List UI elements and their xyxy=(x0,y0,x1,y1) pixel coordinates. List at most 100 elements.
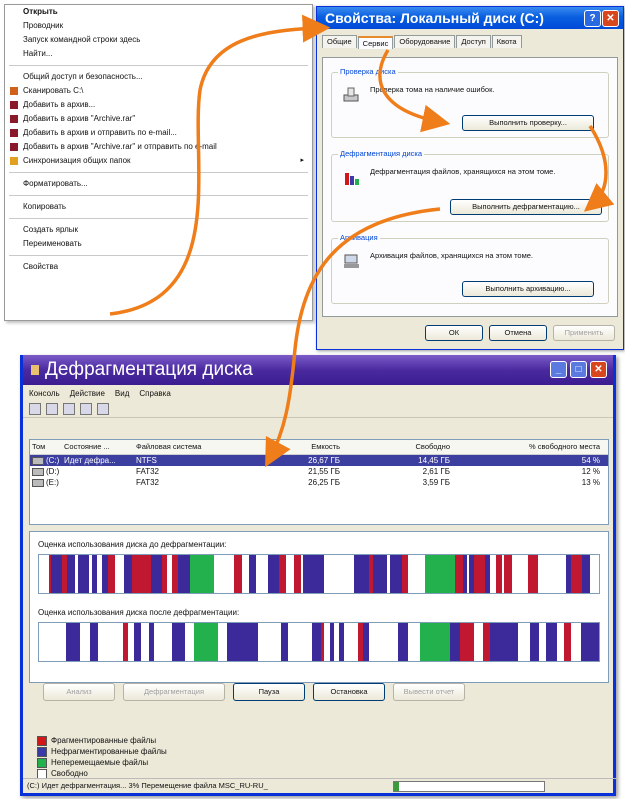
menu-separator xyxy=(9,195,308,196)
context-menu-item[interactable]: Добавить в архив "Archive.rar" xyxy=(5,112,312,126)
column-header[interactable]: % свободного места xyxy=(450,440,604,454)
map-stripe xyxy=(539,623,542,661)
table-row[interactable]: (E:) FAT32 26,25 ГБ 3,59 ГБ 13 % xyxy=(30,477,608,488)
context-menu-item[interactable]: Синхронизация общих папок ▸ xyxy=(5,154,312,168)
map-stripe xyxy=(313,555,324,593)
legend-label: Свободно xyxy=(51,769,88,778)
menu-item-1[interactable]: Действие xyxy=(70,389,105,398)
cell-free: 2,61 ГБ xyxy=(422,467,450,476)
context-menu-item[interactable]: Запуск командной строки здесь xyxy=(5,33,312,47)
menu-item-3[interactable]: Справка xyxy=(139,389,170,398)
map-stripe xyxy=(408,623,417,661)
context-menu-item[interactable]: Открыть xyxy=(5,5,312,19)
map-stripe xyxy=(112,623,123,661)
tab-4[interactable]: Квота xyxy=(491,35,522,48)
table-row[interactable]: (C:) Идет дефра... NTFS 26,67 ГБ 14,45 ГБ 54 … xyxy=(30,455,608,466)
archive-icon xyxy=(10,115,18,123)
context-menu-item[interactable]: Общий доступ и безопасность... xyxy=(5,70,312,84)
map-stripe xyxy=(490,555,496,593)
legend-label: Нефрагментированные файлы xyxy=(51,747,167,756)
menu-item-2[interactable]: Вид xyxy=(115,389,129,398)
column-header[interactable]: Состояние ... xyxy=(64,440,136,454)
map-stripe xyxy=(590,555,599,593)
map-stripe xyxy=(474,555,485,593)
properties-tabs: Общие Сервис Оборудование Доступ Квота xyxy=(317,29,623,49)
defrag-button-4[interactable]: Вывести отчет xyxy=(393,683,465,701)
back-icon[interactable] xyxy=(29,403,41,415)
map-stripe xyxy=(496,555,502,593)
map-stripe xyxy=(406,623,408,661)
map-stripe xyxy=(97,555,99,593)
context-menu-item[interactable]: Проводник xyxy=(5,19,312,33)
help-icon[interactable]: ? xyxy=(584,10,601,27)
ok-button[interactable]: ОК xyxy=(425,325,483,341)
column-header[interactable]: Свободно xyxy=(340,440,450,454)
menu-separator xyxy=(9,65,308,66)
context-menu-item[interactable]: Добавить в архив и отправить по e-mail..… xyxy=(5,126,312,140)
column-header[interactable]: Емкость xyxy=(226,440,340,454)
menu-separator xyxy=(9,218,308,219)
help-icon[interactable] xyxy=(80,403,92,415)
context-menu-item[interactable]: Сканировать C:\ xyxy=(5,84,312,98)
tab-0[interactable]: Общие xyxy=(322,35,357,48)
archive-icon xyxy=(10,101,18,109)
map-stripe xyxy=(178,555,182,593)
column-header[interactable]: Том xyxy=(30,440,64,454)
minimize-icon[interactable]: _ xyxy=(550,361,567,378)
map-stripe xyxy=(363,623,369,661)
check-disk-icon xyxy=(343,87,359,102)
apply-button[interactable]: Применить xyxy=(553,325,615,341)
defrag-app-icon xyxy=(31,365,39,375)
context-menu-item[interactable]: Копировать xyxy=(5,200,312,214)
defrag-button-2[interactable]: Пауза xyxy=(233,683,305,701)
map-stripe xyxy=(39,623,42,661)
map-stripe xyxy=(224,555,234,593)
maximize-icon[interactable]: □ xyxy=(570,361,587,378)
defrag-button-0[interactable]: Анализ xyxy=(43,683,115,701)
map-stripe xyxy=(143,555,151,593)
defrag-desc: Дефрагментация файлов, хранящихся на это… xyxy=(370,167,556,176)
map-stripe xyxy=(163,623,166,661)
console-tree-icon[interactable] xyxy=(63,403,75,415)
tab-2[interactable]: Оборудование xyxy=(394,35,456,48)
map-stripe xyxy=(90,623,98,661)
progress-fill xyxy=(394,782,399,791)
defrag-button-1[interactable]: Дефрагментация xyxy=(123,683,225,701)
tab-1[interactable]: Сервис xyxy=(357,36,394,49)
context-menu-item[interactable]: Свойства xyxy=(5,260,312,274)
map-stripe xyxy=(62,555,67,593)
properties-icon[interactable] xyxy=(97,403,109,415)
context-menu-item[interactable]: Переименовать xyxy=(5,237,312,251)
cell-vol: (D:) xyxy=(46,467,60,476)
cancel-button[interactable]: Отмена xyxy=(489,325,547,341)
map-stripe xyxy=(303,555,313,593)
run-backup-button[interactable]: Выполнить архивацию... xyxy=(462,281,594,297)
drive-icon xyxy=(32,456,44,465)
cell-pct: 12 % xyxy=(581,467,600,476)
column-header[interactable]: Файловая система xyxy=(136,440,226,454)
map-stripe xyxy=(566,555,571,593)
map-stripe xyxy=(528,555,538,593)
map-stripe xyxy=(522,555,528,593)
context-menu-item[interactable]: Форматировать... xyxy=(5,177,312,191)
defrag-title-bar: Дефрагментация диска _ □ ✕ xyxy=(23,355,613,385)
map-stripe xyxy=(305,623,312,661)
run-defrag-button[interactable]: Выполнить дефрагментацию... xyxy=(450,199,602,215)
forward-icon[interactable] xyxy=(46,403,58,415)
map-stripe xyxy=(324,623,330,661)
menu-item-0[interactable]: Консоль xyxy=(29,389,60,398)
run-check-button[interactable]: Выполнить проверку... xyxy=(462,115,594,131)
table-row[interactable]: (D:) FAT32 21,55 ГБ 2,61 ГБ 12 % xyxy=(30,466,608,477)
map-stripe xyxy=(390,555,397,593)
cell-fs: FAT32 xyxy=(136,467,159,476)
close-icon[interactable]: ✕ xyxy=(590,361,607,378)
close-icon[interactable]: ✕ xyxy=(602,10,619,27)
map-stripe xyxy=(544,555,553,593)
context-menu-item[interactable]: Добавить в архив "Archive.rar" и отправи… xyxy=(5,140,312,154)
context-menu-item[interactable]: Найти... xyxy=(5,47,312,61)
defrag-button-3[interactable]: Остановка xyxy=(313,683,385,701)
map-stripe xyxy=(183,623,185,661)
context-menu-item[interactable]: Создать ярлык xyxy=(5,223,312,237)
context-menu-item[interactable]: Добавить в архив... xyxy=(5,98,312,112)
tab-3[interactable]: Доступ xyxy=(456,35,491,48)
